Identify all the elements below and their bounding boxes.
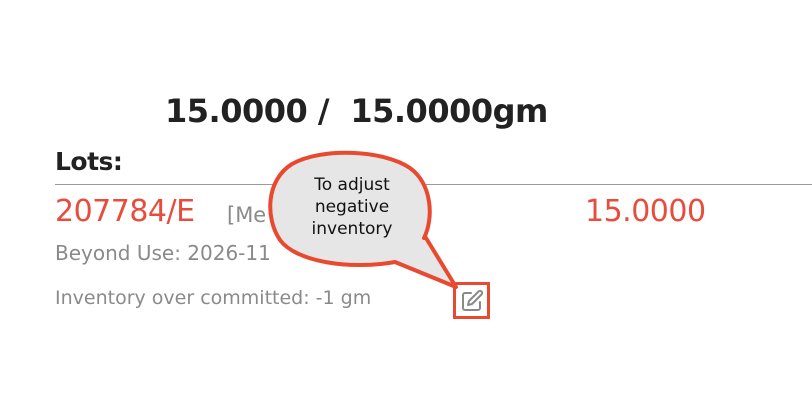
beyond-use-date: Beyond Use: 2026-11 <box>55 241 271 265</box>
inventory-over-committed-note: Inventory over committed: -1 gm <box>55 287 372 309</box>
lots-heading: Lots: <box>55 147 123 176</box>
adjust-inventory-button[interactable] <box>453 282 490 319</box>
lot-inventory-panel: 15.0000 / 15.0000gm Lots: 207784/E [Me g… <box>0 0 812 404</box>
lot-quantity: 15.0000 <box>585 194 706 229</box>
lots-divider <box>55 184 812 185</box>
lot-id[interactable]: 207784/E <box>55 194 195 229</box>
callout-text: To adjust negative inventory <box>311 175 393 239</box>
quantity-summary: 15.0000 / 15.0000gm <box>165 92 548 130</box>
edit-pencil-icon <box>461 289 483 311</box>
